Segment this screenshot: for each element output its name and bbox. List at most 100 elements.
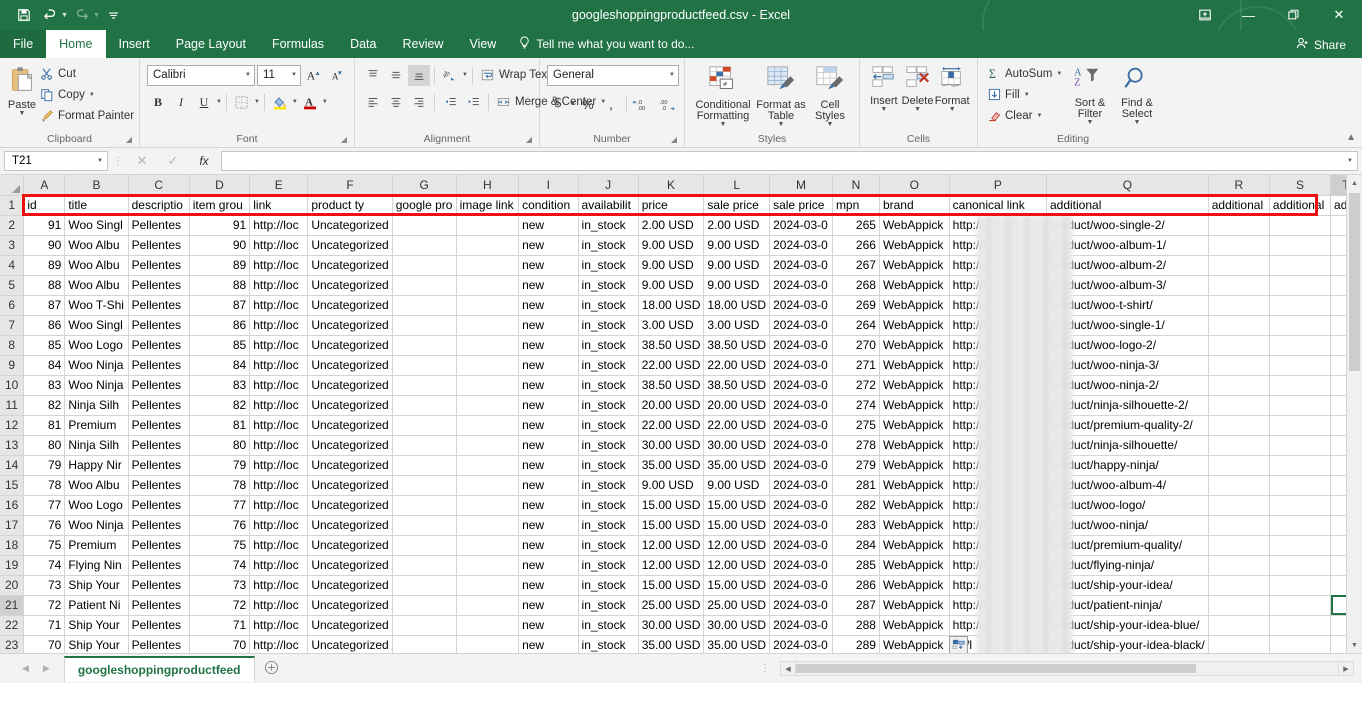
cell-F19[interactable]: Uncategorized — [307, 555, 393, 576]
row-header-18[interactable]: 18 — [0, 535, 25, 556]
cell-I19[interactable]: new — [518, 555, 579, 576]
cell-B13[interactable]: Ninja Silh — [64, 435, 129, 456]
cell-P20[interactable]: http://l — [949, 575, 1047, 596]
scroll-left-arrow[interactable]: ◀ — [780, 661, 796, 676]
row-header-20[interactable]: 20 — [0, 575, 25, 596]
cell-H23[interactable] — [456, 635, 520, 653]
cell-K7[interactable]: 3.00 USD — [638, 315, 705, 336]
cell-A1[interactable]: id — [23, 195, 66, 216]
tab-home[interactable]: Home — [46, 30, 106, 58]
cell-H15[interactable] — [456, 475, 520, 496]
cell-F18[interactable]: Uncategorized — [307, 535, 393, 556]
cell-B12[interactable]: Premium — [64, 415, 129, 436]
cell-C18[interactable]: Pellentes — [128, 535, 190, 556]
row-header-9[interactable]: 9 — [0, 355, 25, 376]
formula-bar-expand-caret[interactable]: ▼ — [1347, 158, 1353, 164]
cell-H13[interactable] — [456, 435, 520, 456]
cell-N21[interactable]: 287 — [832, 595, 880, 616]
cell-O23[interactable]: WebAppick — [879, 635, 950, 653]
column-header-D[interactable]: D — [189, 175, 251, 196]
decrease-decimal-button[interactable]: .00.0 — [656, 94, 680, 115]
cell-B5[interactable]: Woo Albu — [64, 275, 129, 296]
cell-L17[interactable]: 15.00 USD — [703, 515, 771, 536]
column-header-P[interactable]: P — [949, 175, 1047, 196]
cell-F6[interactable]: Uncategorized — [307, 295, 393, 316]
cell-L4[interactable]: 9.00 USD — [703, 255, 771, 276]
cell-A23[interactable]: 70 — [23, 635, 66, 653]
cell-S22[interactable] — [1269, 615, 1332, 636]
name-box-caret[interactable]: ▼ — [97, 158, 103, 164]
row-header-10[interactable]: 10 — [0, 375, 25, 396]
number-format-caret[interactable]: ▼ — [669, 72, 675, 78]
cell-J18[interactable]: in_stock — [578, 535, 639, 556]
row-header-2[interactable]: 2 — [0, 215, 25, 236]
cell-O11[interactable]: WebAppick — [879, 395, 950, 416]
cell-F10[interactable]: Uncategorized — [307, 375, 393, 396]
collapse-ribbon-button[interactable]: ▲ — [1346, 132, 1356, 143]
cell-C15[interactable]: Pellentes — [128, 475, 190, 496]
fill-color-caret[interactable]: ▼ — [292, 99, 298, 105]
cell-N17[interactable]: 283 — [832, 515, 880, 536]
cell-O22[interactable]: WebAppick — [879, 615, 950, 636]
cell-L9[interactable]: 22.00 USD — [703, 355, 771, 376]
cell-I11[interactable]: new — [518, 395, 579, 416]
close-button[interactable]: ✕ — [1316, 0, 1362, 30]
cell-D19[interactable]: 74 — [189, 555, 251, 576]
cell-G21[interactable] — [392, 595, 457, 616]
cell-N16[interactable]: 282 — [832, 495, 880, 516]
cell-Q13[interactable]: product/ninja-silhouette/ — [1046, 435, 1209, 456]
cell-M10[interactable]: 2024-03-0 — [769, 375, 833, 396]
cell-K14[interactable]: 35.00 USD — [638, 455, 705, 476]
cell-G3[interactable] — [392, 235, 457, 256]
delete-cells-caret[interactable]: ▼ — [914, 106, 921, 113]
cell-D2[interactable]: 91 — [189, 215, 251, 236]
cell-E19[interactable]: http://loc — [249, 555, 309, 576]
cell-H21[interactable] — [456, 595, 520, 616]
conditional-formatting-caret[interactable]: ▼ — [720, 121, 727, 128]
font-name-caret[interactable]: ▼ — [245, 72, 251, 78]
cell-I10[interactable]: new — [518, 375, 579, 396]
ribbon-display-options-icon[interactable] — [1184, 0, 1226, 30]
cell-I9[interactable]: new — [518, 355, 579, 376]
cell-F22[interactable]: Uncategorized — [307, 615, 393, 636]
row-header-22[interactable]: 22 — [0, 615, 25, 636]
column-header-S[interactable]: S — [1269, 175, 1332, 196]
cell-D20[interactable]: 73 — [189, 575, 251, 596]
tell-me-search[interactable]: Tell me what you want to do... — [509, 30, 704, 58]
cell-D18[interactable]: 75 — [189, 535, 251, 556]
cell-H12[interactable] — [456, 415, 520, 436]
cell-P12[interactable]: http://l — [949, 415, 1047, 436]
cell-R13[interactable] — [1208, 435, 1270, 456]
cell-Q10[interactable]: product/woo-ninja-2/ — [1046, 375, 1209, 396]
prev-sheet-arrow[interactable]: ◀ — [22, 663, 29, 674]
column-header-C[interactable]: C — [128, 175, 190, 196]
row-header-1[interactable]: 1 — [0, 195, 25, 216]
cell-E7[interactable]: http://loc — [249, 315, 309, 336]
align-right-button[interactable] — [408, 92, 430, 113]
cell-S7[interactable] — [1269, 315, 1332, 336]
cell-K12[interactable]: 22.00 USD — [638, 415, 705, 436]
cell-E13[interactable]: http://loc — [249, 435, 309, 456]
clear-caret[interactable]: ▼ — [1036, 113, 1042, 119]
minimize-button[interactable]: — — [1226, 0, 1271, 30]
increase-decimal-button[interactable]: .0.00 — [631, 94, 655, 115]
cell-L15[interactable]: 9.00 USD — [703, 475, 771, 496]
cell-E5[interactable]: http://loc — [249, 275, 309, 296]
cell-O14[interactable]: WebAppick — [879, 455, 950, 476]
cell-S5[interactable] — [1269, 275, 1332, 296]
cell-Q3[interactable]: product/woo-album-1/ — [1046, 235, 1209, 256]
cell-J10[interactable]: in_stock — [578, 375, 639, 396]
cell-R20[interactable] — [1208, 575, 1270, 596]
cell-P14[interactable]: http://l — [949, 455, 1047, 476]
cell-A6[interactable]: 87 — [23, 295, 66, 316]
row-header-12[interactable]: 12 — [0, 415, 25, 436]
cell-S12[interactable] — [1269, 415, 1332, 436]
cell-J5[interactable]: in_stock — [578, 275, 639, 296]
cell-E15[interactable]: http://loc — [249, 475, 309, 496]
find-select-button[interactable]: Find & Select ▼ — [1113, 63, 1161, 126]
cell-J7[interactable]: in_stock — [578, 315, 639, 336]
cell-B16[interactable]: Woo Logo — [64, 495, 129, 516]
fill-button[interactable]: Fill ▼ — [985, 84, 1067, 105]
cell-P15[interactable]: http://l — [949, 475, 1047, 496]
cell-N11[interactable]: 274 — [832, 395, 880, 416]
